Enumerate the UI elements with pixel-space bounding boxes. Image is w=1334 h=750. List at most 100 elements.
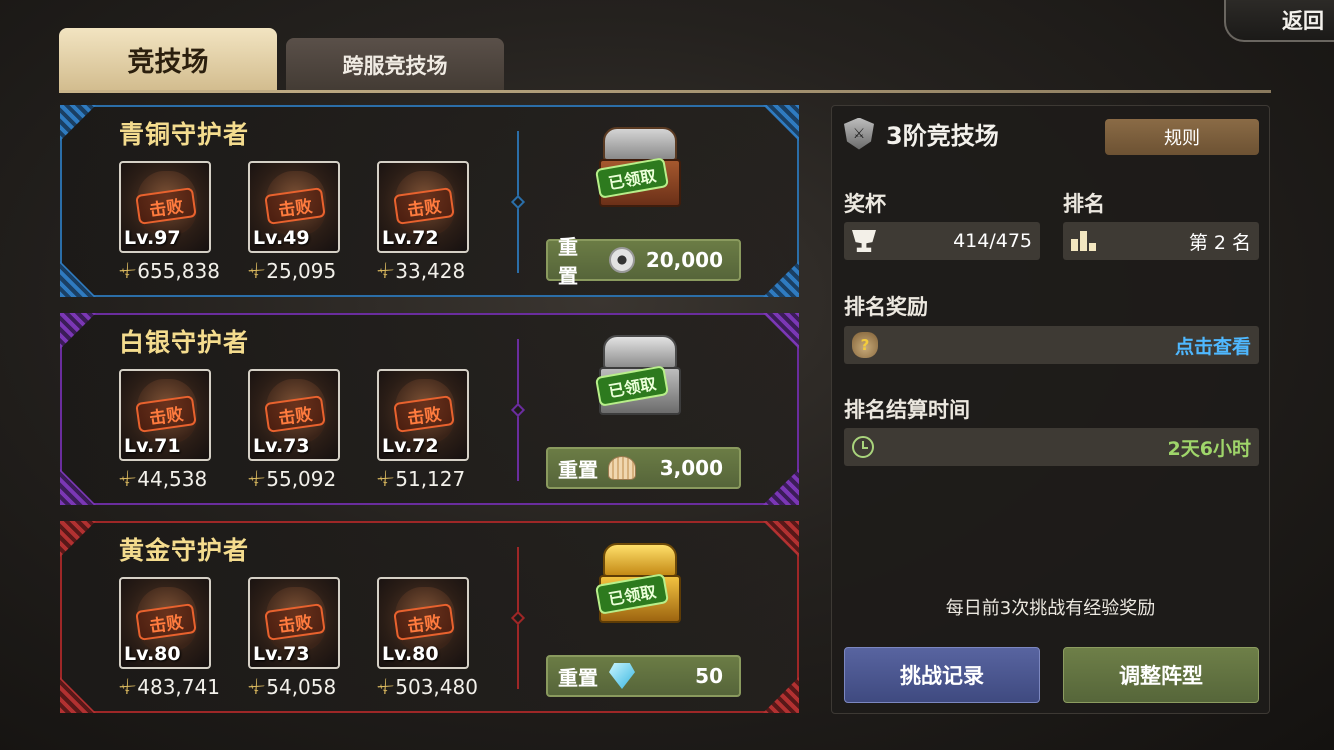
power-value: 483,741 bbox=[137, 675, 220, 699]
corner-ornament bbox=[763, 521, 799, 557]
corner-ornament bbox=[763, 469, 799, 505]
enemy-card: 击败 Lv.80 ⚔ 483,741 bbox=[114, 577, 220, 700]
enemy-level: Lv.72 bbox=[382, 227, 439, 249]
enemy-portrait[interactable]: 击败 Lv.80 bbox=[377, 577, 469, 669]
sword-icon: ⚔ bbox=[372, 466, 398, 492]
reset-label: 重置 bbox=[558, 665, 598, 690]
enemy-level: Lv.73 bbox=[253, 435, 310, 457]
enemy-card: 击败 Lv.72 ⚔ 51,127 bbox=[372, 369, 469, 492]
trophy-value: 414/475 bbox=[953, 230, 1032, 252]
enemy-power: ⚔ 55,092 bbox=[243, 467, 340, 492]
sword-icon: ⚔ bbox=[243, 258, 269, 284]
settle-time-field: 2天6小时 bbox=[844, 428, 1259, 466]
reward-chest-icon[interactable]: 已领取 bbox=[594, 121, 683, 209]
corner-ornament bbox=[60, 313, 96, 349]
enemy-power: ⚔ 51,127 bbox=[372, 467, 469, 492]
arena-tier-title: 3阶竞技场 bbox=[886, 122, 999, 150]
enemy-power: ⚔ 655,838 bbox=[114, 259, 220, 284]
enemy-card: 击败 Lv.73 ⚔ 54,058 bbox=[243, 577, 340, 700]
enemy-level: Lv.72 bbox=[382, 435, 439, 457]
diamond-icon bbox=[608, 662, 636, 690]
power-value: 54,058 bbox=[266, 675, 337, 699]
enemy-portrait[interactable]: 击败 Lv.73 bbox=[248, 577, 340, 669]
enemy-portrait[interactable]: 击败 Lv.49 bbox=[248, 161, 340, 253]
enemy-portrait[interactable]: 击败 Lv.72 bbox=[377, 161, 469, 253]
arena-tier-header: ⚔ 3阶竞技场 bbox=[844, 116, 999, 151]
challenge-record-button[interactable]: 挑战记录 bbox=[844, 647, 1040, 703]
power-value: 503,480 bbox=[395, 675, 478, 699]
clock-icon bbox=[852, 436, 874, 458]
enemy-card: 击败 Lv.80 ⚔ 503,480 bbox=[372, 577, 478, 700]
rules-button[interactable]: 规则 bbox=[1105, 119, 1259, 155]
mystery-bag-icon: ? bbox=[852, 332, 878, 358]
back-button[interactable]: 返回 bbox=[1224, 0, 1334, 42]
reset-cost: 50 bbox=[695, 664, 723, 688]
power-value: 655,838 bbox=[137, 259, 220, 283]
guardian-title: 黄金守护者 bbox=[119, 536, 250, 565]
corner-ornament bbox=[60, 521, 96, 557]
rank-value: 第 2 名 bbox=[1188, 231, 1251, 254]
enemy-card: 击败 Lv.73 ⚔ 55,092 bbox=[243, 369, 340, 492]
guardian-panel-bronze: 青铜守护者 击败 Lv.97 ⚔ 655,838 击败 Lv.49 ⚔ 25,095… bbox=[60, 105, 799, 297]
corner-ornament bbox=[60, 469, 96, 505]
enemy-level: Lv.80 bbox=[124, 643, 181, 665]
corner-ornament bbox=[763, 261, 799, 297]
enemy-power: ⚔ 503,480 bbox=[372, 675, 478, 700]
shield-sword-icon: ⚔ bbox=[844, 117, 874, 150]
enemy-power: ⚔ 44,538 bbox=[114, 467, 211, 492]
enemy-card: 击败 Lv.72 ⚔ 33,428 bbox=[372, 161, 469, 283]
tab-cross-server-arena[interactable]: 跨服竞技场 bbox=[286, 38, 504, 91]
podium-icon bbox=[1071, 231, 1097, 251]
enemy-power: ⚔ 25,095 bbox=[243, 259, 340, 284]
enemy-portrait[interactable]: 击败 Lv.80 bbox=[119, 577, 211, 669]
sword-icon: ⚔ bbox=[243, 466, 269, 492]
rank-reward-label: 排名奖励 bbox=[844, 295, 928, 319]
enemy-level: Lv.80 bbox=[382, 643, 439, 665]
reset-cost: 20,000 bbox=[645, 248, 723, 272]
daily-challenge-note: 每日前3次挑战有经验奖励 bbox=[945, 598, 1156, 619]
enemy-power: ⚔ 54,058 bbox=[243, 675, 340, 700]
corner-ornament bbox=[60, 677, 96, 713]
enemy-card: 击败 Lv.49 ⚔ 25,095 bbox=[243, 161, 340, 284]
guardian-title: 白银守护者 bbox=[119, 328, 250, 357]
corner-ornament bbox=[60, 261, 96, 297]
enemy-portrait[interactable]: 击败 Lv.72 bbox=[377, 369, 469, 461]
sword-icon: ⚔ bbox=[372, 258, 398, 284]
sword-icon: ⚔ bbox=[114, 258, 140, 284]
enemy-portrait[interactable]: 击败 Lv.97 bbox=[119, 161, 211, 253]
reset-button[interactable]: 重置 20,000 bbox=[546, 235, 741, 288]
panel-divider bbox=[510, 131, 526, 273]
reward-chest-icon[interactable]: 已领取 bbox=[594, 329, 683, 417]
reset-button[interactable]: 重置 3,000 bbox=[546, 447, 741, 489]
power-value: 44,538 bbox=[137, 467, 208, 491]
coin-icon bbox=[608, 246, 636, 274]
reward-chest-icon[interactable]: 已领取 bbox=[594, 537, 683, 625]
enemy-level: Lv.97 bbox=[124, 227, 181, 249]
enemy-portrait[interactable]: 击败 Lv.73 bbox=[248, 369, 340, 461]
tab-arena[interactable]: 竞技场 bbox=[59, 28, 277, 91]
sword-icon: ⚔ bbox=[243, 674, 269, 700]
enemy-level: Lv.73 bbox=[253, 643, 310, 665]
tab-underline bbox=[59, 90, 1271, 93]
sword-icon: ⚔ bbox=[114, 466, 140, 492]
corner-ornament bbox=[763, 313, 799, 349]
power-value: 55,092 bbox=[266, 467, 337, 491]
adjust-formation-button[interactable]: 调整阵型 bbox=[1063, 647, 1259, 703]
rank-label: 排名 bbox=[1063, 192, 1105, 216]
sword-icon: ⚔ bbox=[114, 674, 140, 700]
view-rewards-link[interactable]: 点击查看 bbox=[878, 332, 1251, 359]
enemy-level: Lv.71 bbox=[124, 435, 181, 457]
power-value: 51,127 bbox=[395, 467, 466, 491]
corner-ornament bbox=[60, 105, 96, 141]
trophy-field: 414/475 bbox=[844, 222, 1040, 260]
arena-info-panel: ⚔ 3阶竞技场 规则 奖杯 414/475 排名 第 2 名 排名奖励 ? 点击… bbox=[831, 105, 1270, 714]
enemy-level: Lv.49 bbox=[253, 227, 310, 249]
reset-button[interactable]: 重置 50 bbox=[546, 655, 741, 697]
guardian-panel-silver: 白银守护者 击败 Lv.71 ⚔ 44,538 击败 Lv.73 ⚔ 55,092 … bbox=[60, 313, 799, 505]
corner-ornament bbox=[763, 677, 799, 713]
enemy-portrait[interactable]: 击败 Lv.71 bbox=[119, 369, 211, 461]
power-value: 25,095 bbox=[266, 259, 337, 283]
trophy-label: 奖杯 bbox=[844, 192, 886, 216]
reset-label: 重置 bbox=[558, 457, 598, 482]
enemy-power: ⚔ 483,741 bbox=[114, 675, 220, 700]
